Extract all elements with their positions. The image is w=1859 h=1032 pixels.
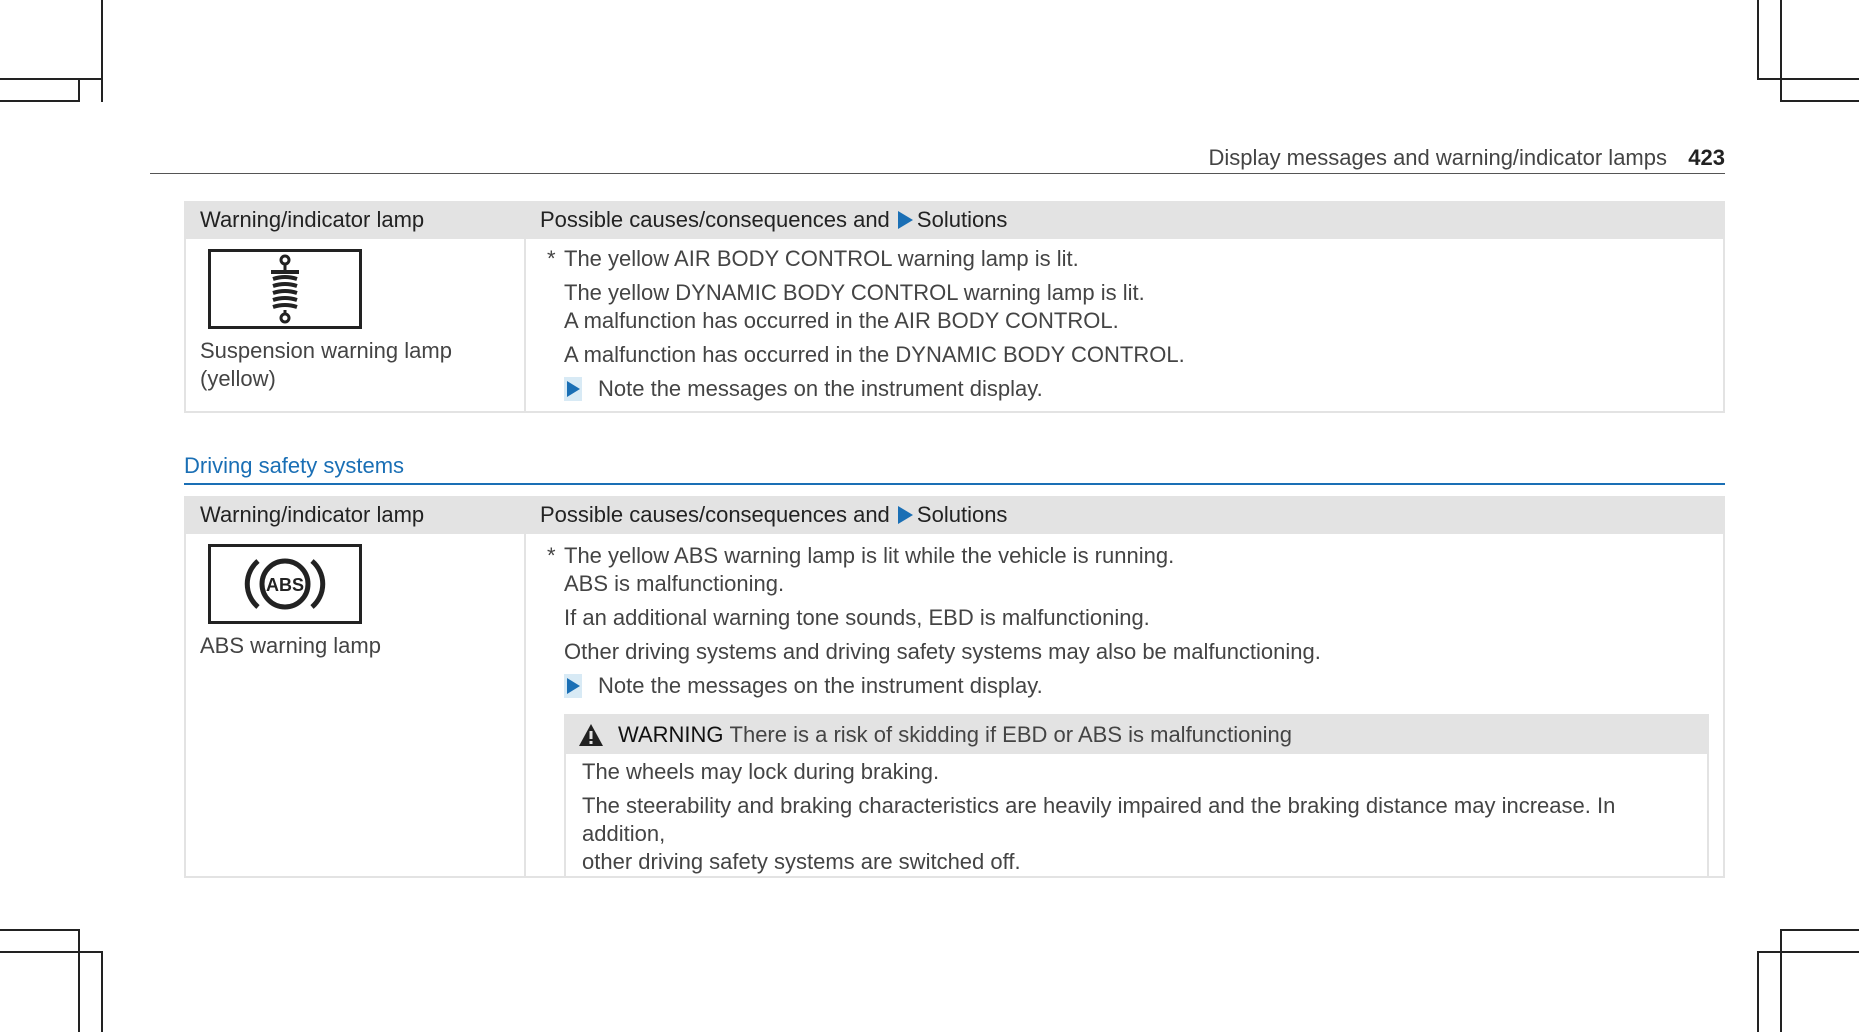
crop-mark [1780, 100, 1859, 102]
cause-line: The yellow DYNAMIC BODY CONTROL warning … [564, 280, 1145, 305]
table-header-row: Warning/indicator lamp Possible causes/c… [184, 201, 1725, 239]
action-step: Note the messages on the instrument disp… [564, 375, 1723, 403]
crop-mark [1780, 929, 1859, 931]
solution-arrow-icon [897, 211, 913, 229]
crop-mark [78, 78, 80, 102]
crop-mark [1780, 929, 1782, 1032]
running-header: Display messages and warning/indicator l… [150, 143, 1725, 174]
crop-mark [101, 951, 103, 1032]
lamp-name-line1: Suspension warning lamp [200, 338, 452, 363]
warning-text: other driving safety systems are switche… [582, 849, 1021, 874]
solution-arrow-icon [897, 506, 913, 524]
abs-icon-text: ABS [266, 575, 304, 595]
crop-mark [0, 100, 80, 102]
cause-line: A malfunction has occurred in the DYNAMI… [564, 342, 1185, 367]
warning-body: The wheels may lock during braking. The … [566, 754, 1707, 876]
lamp-name: ABS warning lamp [200, 633, 381, 658]
column-header-causes-text: Possible causes/consequences and [540, 207, 890, 232]
cause-line: A malfunction has occurred in the AIR BO… [564, 308, 1119, 333]
crop-mark [1757, 951, 1859, 953]
column-header-solutions-text: Solutions [916, 502, 1008, 527]
page-number: 423 [1688, 145, 1725, 170]
column-header-causes-text: Possible causes/consequences and [540, 502, 890, 527]
equipment-asterisk: * [547, 543, 556, 568]
cause-line: If an additional warning tone sounds, EB… [564, 605, 1150, 630]
abs-lamp-table: Warning/indicator lamp Possible causes/c… [184, 496, 1725, 878]
column-header-lamp: Warning/indicator lamp [184, 496, 526, 534]
cause-line: ABS is malfunctioning. [564, 571, 785, 596]
section-title: Driving safety systems [184, 453, 1725, 485]
column-header-lamp: Warning/indicator lamp [184, 201, 526, 239]
warning-text: The steerability and braking characteris… [582, 793, 1616, 846]
table-header-row: Warning/indicator lamp Possible causes/c… [184, 496, 1725, 534]
suspension-lamp-table: Warning/indicator lamp Possible causes/c… [184, 201, 1725, 413]
crop-mark [0, 929, 80, 931]
crop-mark [101, 0, 103, 102]
crop-mark [0, 78, 103, 80]
crop-mark [1780, 0, 1782, 102]
lamp-name-line2: (yellow) [200, 366, 276, 391]
table-row: Suspension warning lamp (yellow) * The ye… [184, 237, 1725, 413]
crop-mark [0, 951, 103, 953]
lamp-name: Suspension warning lamp (yellow) [200, 337, 524, 393]
action-step: Note the messages on the instrument disp… [564, 672, 1723, 700]
cause-line: * The yellow AIR BODY CONTROL warning lam… [547, 245, 1723, 273]
table-row: ABS ABS warning lamp * The yellow ABS war… [184, 532, 1725, 878]
action-text: Note the messages on the instrument disp… [598, 376, 1043, 401]
lamp-cell: Suspension warning lamp (yellow) [184, 237, 526, 413]
warning-header: WARNING There is a risk of skidding if E… [566, 716, 1707, 754]
column-header-causes: Possible causes/consequences and Solutio… [524, 201, 1725, 239]
cause-text: The yellow ABS warning lamp is lit while… [564, 543, 1175, 568]
column-header-causes: Possible causes/consequences and Solutio… [524, 496, 1725, 534]
equipment-asterisk: * [547, 246, 556, 271]
warning-text: The wheels may lock during braking. [582, 759, 940, 784]
header-title: Display messages and warning/indicator l… [1208, 145, 1667, 170]
cause-line: * The yellow ABS warning lamp is lit whil… [547, 542, 1723, 570]
causes-cell: * The yellow ABS warning lamp is lit whil… [524, 532, 1725, 878]
suspension-warning-icon [208, 249, 362, 329]
warning-title: There is a risk of skidding if EBD or AB… [729, 722, 1292, 747]
warning-triangle-icon [579, 724, 603, 746]
crop-mark [78, 929, 80, 1032]
action-text: Note the messages on the instrument disp… [598, 673, 1043, 698]
abs-warning-icon: ABS [208, 544, 362, 624]
warning-box: WARNING There is a risk of skidding if E… [564, 714, 1709, 876]
action-arrow-icon [564, 377, 582, 401]
lamp-cell: ABS ABS warning lamp [184, 532, 526, 878]
crop-mark [1757, 78, 1859, 80]
cause-text: The yellow AIR BODY CONTROL warning lamp… [564, 246, 1079, 271]
causes-cell: * The yellow AIR BODY CONTROL warning lam… [524, 237, 1725, 413]
warning-label: WARNING [618, 722, 724, 747]
crop-mark [1757, 951, 1759, 1032]
action-arrow-icon [564, 674, 582, 698]
column-header-solutions-text: Solutions [916, 207, 1008, 232]
cause-line: Other driving systems and driving safety… [564, 639, 1321, 664]
crop-mark [1757, 0, 1759, 80]
